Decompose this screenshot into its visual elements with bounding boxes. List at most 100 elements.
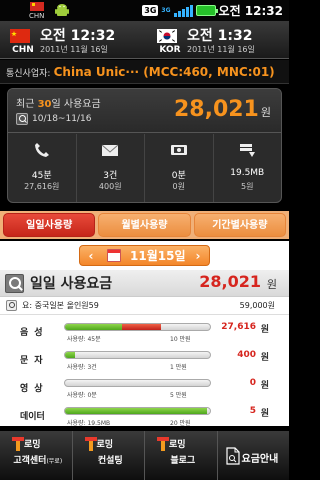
stat-cost: 27,616원 <box>24 182 60 191</box>
stat-voice: 45분 27,616원 <box>8 134 77 202</box>
usage-cost: 5 <box>249 406 256 416</box>
world-clock-bar: CHN 오전 12:32 2011년 11월 16일 KOR 오전 1:32 2… <box>0 21 289 59</box>
bottom-button-top: 로밍 <box>96 440 114 450</box>
current-date: 11월15일 <box>130 249 186 263</box>
usage-max-label: 20 만원 <box>170 420 191 427</box>
status-flag-code: CHN <box>29 12 45 20</box>
t-logo-icon <box>84 437 97 451</box>
china-flag-icon <box>30 2 44 11</box>
next-date-button[interactable]: › <box>189 248 207 264</box>
usage-progress-bar <box>64 351 211 359</box>
video-icon <box>170 145 187 155</box>
usage-summary-card[interactable]: 최근 30일 사용요금 10/18~11/16 28,021 원 45분 27,6… <box>7 88 282 203</box>
usage-breakdown: 음성 사용량: 45분 10 만원 27,616 원 문자 사용량: 3건 1 … <box>0 315 289 427</box>
stat-sms: 3건 400원 <box>77 134 145 202</box>
roaming-consulting-button[interactable]: 로밍 컨설팅 <box>73 431 145 480</box>
network-3g-label: 3G <box>161 7 171 14</box>
stat-cost: 0원 <box>172 182 185 191</box>
bottom-button-top: 로밍 <box>24 440 41 450</box>
clock-time: 오전 12:32 <box>40 28 116 44</box>
daily-total-header: 일일 사용요금 28,021 원 <box>0 270 289 297</box>
roaming-blog-button[interactable]: 로밍 블로그 <box>145 431 218 480</box>
clock-korea: KOR 오전 1:32 2011년 11월 16일 <box>157 25 287 57</box>
document-icon <box>225 447 240 465</box>
clock-china: CHN 오전 12:32 2011년 11월 16일 <box>10 25 150 57</box>
summary-label: 최근 30일 사용요금 <box>16 99 101 110</box>
signal-icon <box>173 4 193 17</box>
tab-monthly-usage[interactable]: 월별사용량 <box>98 213 191 237</box>
stat-value: 3건 <box>103 171 118 181</box>
roaming-customer-center-button[interactable]: 로밍 고객센터(무료) <box>0 431 73 480</box>
daily-title: 일일 사용요금 <box>30 276 113 292</box>
usage-unit: 원 <box>260 325 269 335</box>
usage-progress-bar <box>64 379 211 387</box>
phone-icon <box>34 143 49 157</box>
usage-bar-fill <box>65 352 76 358</box>
usage-tabs: 일일사용량 월별사용량 기간별사용량 <box>0 211 289 239</box>
calendar-icon[interactable] <box>107 249 121 262</box>
network-3g-badge: 3G <box>142 5 159 16</box>
clock-code: CHN <box>12 45 34 55</box>
usage-unit: 원 <box>260 409 269 419</box>
usage-unit: 원 <box>260 381 269 391</box>
usage-cost: 0 <box>249 378 256 388</box>
daily-unit: 원 <box>266 278 277 291</box>
usage-max-label: 1 만원 <box>170 364 187 371</box>
usage-label: 데이터 <box>20 412 45 422</box>
clock-date: 2011년 11월 16일 <box>187 45 255 54</box>
plan-amount: 59,000원 <box>239 301 275 310</box>
stat-video: 0분 0원 <box>145 134 214 202</box>
date-navigator: ‹ 11월15일 › <box>79 245 210 266</box>
bottom-button-label: 컨설팅 <box>97 456 123 466</box>
search-icon <box>6 300 17 311</box>
clock-date: 2011년 11월 16일 <box>40 45 108 54</box>
tab-period-usage[interactable]: 기간별사용량 <box>193 213 286 237</box>
plan-row[interactable]: 요: 중국일본 올인원59 59,000원 <box>0 297 289 315</box>
clock-time: 오전 1:32 <box>187 28 253 44</box>
summary-header: 최근 30일 사용요금 10/18~11/16 28,021 원 <box>8 89 281 133</box>
usage-progress-bar <box>64 407 211 415</box>
usage-cost: 400 <box>237 350 256 360</box>
bottom-button-label: 고객센터(무료) <box>13 456 63 466</box>
carrier-info: 통신사업자: China Unic··· (MCC:460, MNC:01) <box>0 60 289 84</box>
usage-amount-label: 사용량: 45분 <box>67 336 101 343</box>
bottom-button-label: 블로그 <box>170 456 196 466</box>
usage-bar-fill <box>65 408 208 414</box>
data-download-icon <box>240 144 256 157</box>
bottom-button-top: 로밍 <box>169 440 186 450</box>
bottom-navigation: 로밍 고객센터(무료) 로밍 컨설팅 로밍 블로그 요금안내 <box>0 431 289 480</box>
carrier-label: 통신사업자: <box>6 69 51 79</box>
china-flag-icon <box>10 29 30 43</box>
summary-period: 10/18~11/16 <box>16 113 91 125</box>
usage-bar-fill <box>65 324 122 330</box>
android-icon <box>55 4 69 16</box>
stat-data: 19.5MB 5원 <box>214 134 282 202</box>
plan-name: 요: 중국일본 올인원59 <box>22 301 99 310</box>
usage-amount-label: 사용량: 19.5MB <box>67 420 111 427</box>
usage-row-sms: 문자 사용량: 3건 1 만원 400 원 <box>0 347 289 374</box>
clock-code: KOR <box>159 45 181 55</box>
usage-unit: 원 <box>260 353 269 363</box>
summary-stats: 45분 27,616원 3건 400원 0분 0원 19.5MB 5원 <box>8 134 282 202</box>
carrier-value: China Unic··· (MCC:460, MNC:01) <box>53 65 275 79</box>
stat-cost: 5원 <box>241 182 254 191</box>
search-icon[interactable] <box>16 113 28 125</box>
usage-label: 음성 <box>20 328 49 338</box>
battery-icon <box>195 5 218 16</box>
tab-daily-usage[interactable]: 일일사용량 <box>3 213 96 237</box>
date-navigator-bar: ‹ 11월15일 › <box>0 241 289 270</box>
status-time: 오전 12:32 <box>218 4 283 18</box>
prev-date-button[interactable]: ‹ <box>82 248 100 264</box>
rate-info-button[interactable]: 요금안내 <box>218 431 290 480</box>
bottom-button-label: 요금안내 <box>241 454 279 465</box>
stat-value: 45분 <box>31 171 52 181</box>
usage-progress-bar <box>64 323 211 331</box>
status-bar: CHN 3G 3G 오전 12:32 <box>0 0 289 21</box>
usage-label: 영상 <box>20 384 49 394</box>
t-logo-icon <box>12 437 24 451</box>
daily-amount: 28,021 <box>199 272 261 291</box>
stat-value: 19.5MB <box>230 168 265 178</box>
usage-max-label: 5 만원 <box>170 392 187 399</box>
usage-amount-label: 사용량: 0분 <box>67 392 97 399</box>
usage-amount-label: 사용량: 3건 <box>67 364 97 371</box>
